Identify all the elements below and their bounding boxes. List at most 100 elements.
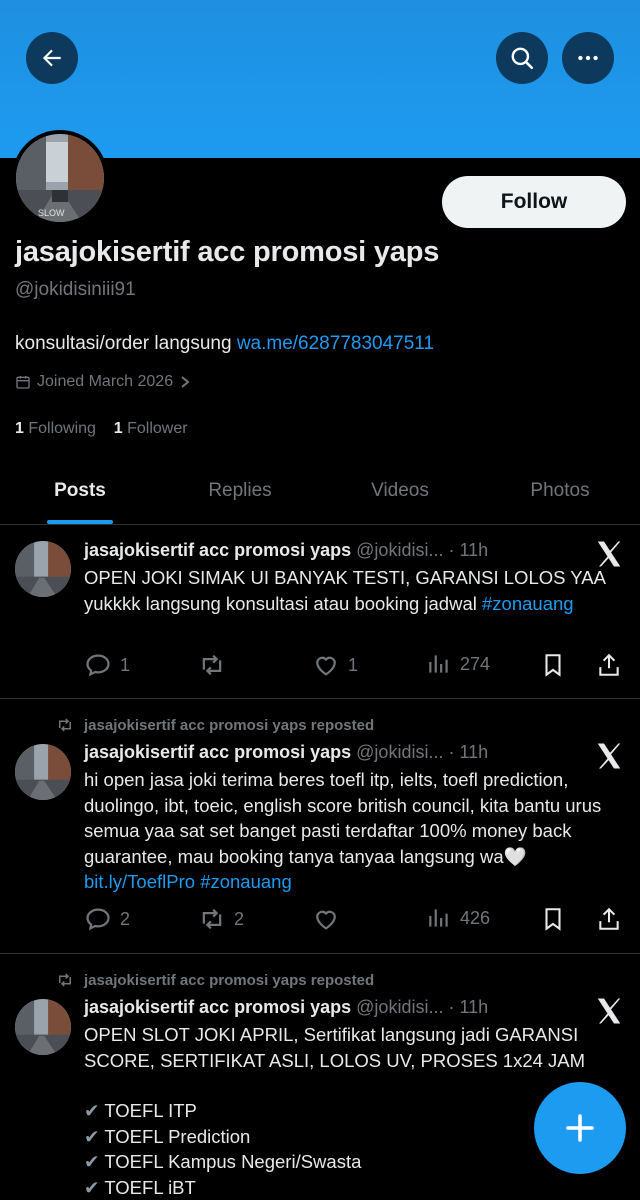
- post-header: jasajokisertif acc promosi yaps @jokidis…: [84, 742, 488, 763]
- followers-label: Follower: [127, 420, 188, 437]
- calendar-icon: [16, 376, 30, 389]
- repost-label[interactable]: jasajokisertif acc promosi yaps reposted: [84, 717, 374, 734]
- joined-date: Joined March 2026: [37, 373, 174, 390]
- reply-button[interactable]: 1: [84, 651, 130, 679]
- profile-bio: konsultasi/order langsung wa.me/62877830…: [15, 333, 434, 355]
- like-button[interactable]: [312, 905, 348, 933]
- search-icon: [511, 47, 534, 70]
- post-author-name[interactable]: jasajokisertif acc promosi yaps: [84, 997, 351, 1017]
- search-button[interactable]: [496, 32, 548, 84]
- post-link[interactable]: bit.ly/ToeflPro: [84, 871, 195, 892]
- post-body: OPEN SLOT JOKI APRIL, Sertifikat langsun…: [84, 1024, 586, 1071]
- avatar-image: [15, 541, 71, 597]
- svg-text:SLOW: SLOW: [38, 208, 65, 218]
- following-count: 1: [15, 420, 24, 437]
- views-count: 274: [460, 653, 491, 674]
- post-time: · 11h: [448, 540, 489, 560]
- post-body: hi open jasa joki terima beres toefl itp…: [84, 769, 602, 867]
- bookmark-icon: [545, 908, 561, 931]
- post-author-handle[interactable]: @jokidisi...: [356, 997, 443, 1017]
- share-button[interactable]: [596, 905, 622, 933]
- post-text: OPEN JOKI SIMAK UI BANYAK TESTI, GARANSI…: [84, 565, 629, 616]
- followers-stat[interactable]: 1 Follower: [114, 420, 188, 437]
- post-avatar[interactable]: [15, 541, 71, 597]
- post-avatar[interactable]: [15, 999, 71, 1055]
- repost-label[interactable]: jasajokisertif acc promosi yaps reposted: [84, 972, 374, 989]
- views-button[interactable]: 274: [426, 651, 490, 677]
- followers-count: 1: [113, 420, 123, 437]
- post-time: · 11h: [448, 997, 489, 1017]
- plus-icon: [566, 1114, 594, 1142]
- list-item-text: TOEFL ITP: [104, 1100, 197, 1121]
- profile-handle: @jokidisiniii91: [15, 279, 136, 300]
- reply-icon: [86, 908, 110, 931]
- reply-button[interactable]: 2: [84, 905, 130, 933]
- repost-icon: [59, 973, 71, 987]
- profile-banner: [0, 0, 640, 158]
- tab-replies[interactable]: Replies: [160, 458, 320, 524]
- joined-date-row[interactable]: Joined March 2026: [15, 373, 191, 391]
- post-hashtag[interactable]: #zonauang: [482, 593, 574, 614]
- bookmark-button[interactable]: [540, 651, 566, 679]
- back-arrow-icon: [42, 49, 61, 67]
- tab-videos[interactable]: Videos: [320, 458, 480, 524]
- reply-icon: [86, 654, 110, 677]
- share-icon: [599, 653, 619, 676]
- tab-photos[interactable]: Photos: [480, 458, 640, 524]
- compose-button[interactable]: [534, 1082, 626, 1174]
- bio-text: konsultasi/order langsung: [15, 333, 237, 354]
- back-button[interactable]: [26, 32, 78, 84]
- post-header: jasajokisertif acc promosi yaps @jokidis…: [84, 540, 488, 561]
- share-button[interactable]: [596, 651, 622, 679]
- post-hashtag[interactable]: #zonauang: [200, 871, 292, 892]
- profile-tabs: Posts Replies Videos Photos: [0, 458, 640, 525]
- profile-avatar[interactable]: SLOW: [12, 130, 108, 226]
- reply-count: 2: [120, 908, 131, 929]
- views-count: 426: [460, 907, 491, 928]
- avatar-image: [15, 744, 71, 800]
- following-stat[interactable]: 1 Following: [15, 420, 96, 437]
- tab-posts[interactable]: Posts: [0, 458, 160, 524]
- repost-icon: [202, 654, 222, 676]
- views-icon: [429, 655, 448, 673]
- post-author-handle[interactable]: @jokidisi...: [356, 540, 443, 560]
- post-item[interactable]: jasajokisertif acc promosi yaps reposted…: [0, 954, 640, 1200]
- post-author-handle[interactable]: @jokidisi...: [356, 742, 443, 762]
- more-icon: [578, 55, 598, 61]
- views-button[interactable]: 426: [426, 905, 490, 931]
- repost-count: 2: [234, 908, 245, 929]
- post-actions: 1 1 274: [84, 651, 629, 681]
- share-icon: [599, 907, 619, 930]
- repost-button[interactable]: [198, 651, 234, 679]
- more-button[interactable]: [562, 32, 614, 84]
- bookmark-button[interactable]: [540, 905, 566, 933]
- post-item[interactable]: jasajokisertif acc promosi yaps reposted…: [0, 699, 640, 954]
- follow-button[interactable]: Follow: [442, 176, 626, 228]
- post-actions: 2 2 426: [84, 905, 629, 935]
- post-item[interactable]: jasajokisertif acc promosi yaps @jokidis…: [0, 525, 640, 699]
- follow-stats: 1 Following 1 Follower: [15, 420, 188, 438]
- bookmark-icon: [545, 654, 561, 677]
- bio-link[interactable]: wa.me/6287783047511: [237, 333, 434, 354]
- list-item-text: TOEFL iBT: [104, 1176, 196, 1198]
- post-time: · 11h: [448, 742, 489, 762]
- avatar-image: [15, 999, 71, 1055]
- like-count: 1: [348, 654, 359, 675]
- list-item-text: TOEFL Kampus Negeri/Swasta: [104, 1151, 362, 1172]
- post-author-name[interactable]: jasajokisertif acc promosi yaps: [84, 540, 351, 560]
- post-avatar[interactable]: [15, 744, 71, 800]
- repost-icon: [59, 718, 71, 732]
- list-item: ✔ TOEFL iBT: [84, 1176, 196, 1198]
- post-text: hi open jasa joki terima beres toefl itp…: [84, 767, 629, 895]
- views-icon: [429, 909, 448, 927]
- repost-icon: [202, 908, 222, 930]
- list-item-text: TOEFL Prediction: [104, 1125, 251, 1147]
- profile-name: jasajokisertif acc promosi yaps: [15, 236, 440, 268]
- like-button[interactable]: 1: [312, 651, 358, 679]
- chevron-right-icon: [181, 376, 190, 388]
- repost-button[interactable]: 2: [198, 905, 244, 933]
- like-icon: [316, 910, 336, 930]
- repost-indicator: jasajokisertif acc promosi yaps reposted: [56, 971, 374, 989]
- post-author-name[interactable]: jasajokisertif acc promosi yaps: [84, 742, 351, 762]
- avatar-image: SLOW: [16, 134, 104, 222]
